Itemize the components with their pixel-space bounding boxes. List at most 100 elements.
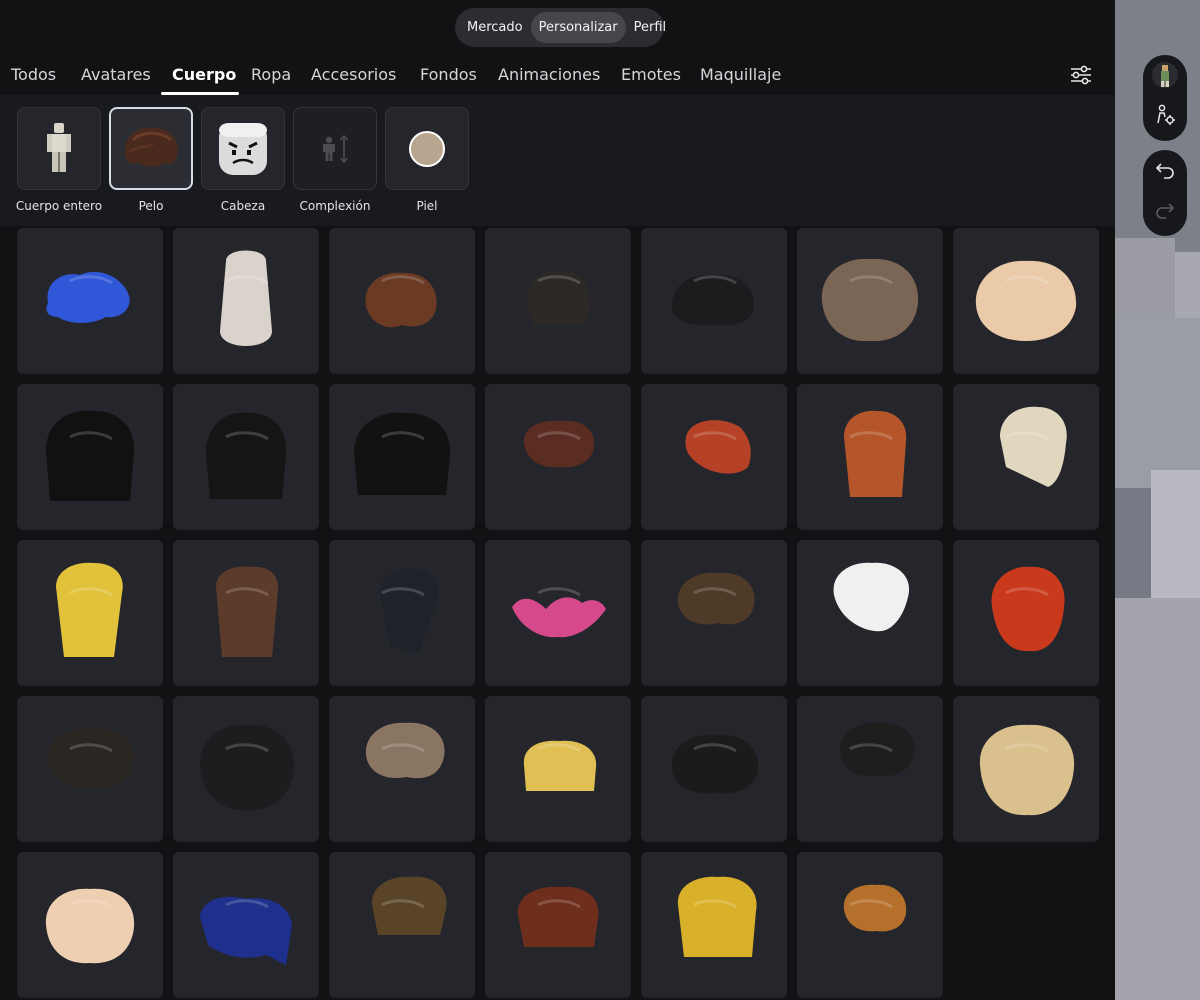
orange-messy-hair-icon xyxy=(843,884,907,932)
nav-personalizar[interactable]: Personalizar xyxy=(530,12,626,43)
hair-item-tile[interactable] xyxy=(17,540,163,686)
platinum-bob-hair-icon xyxy=(1000,406,1067,487)
black-curtain-hair-icon xyxy=(839,722,915,777)
subcat-cabeza[interactable]: Cabeza xyxy=(201,107,285,213)
avatar-thumbnail-button[interactable] xyxy=(1143,55,1187,95)
hair-item-tile[interactable] xyxy=(173,852,319,998)
subcat-label: Piel xyxy=(416,199,438,213)
hair-item-tile[interactable] xyxy=(17,852,163,998)
hair-item-tile[interactable] xyxy=(329,228,475,374)
avatar-settings-icon xyxy=(1157,104,1175,125)
avatar-3d-viewport[interactable] xyxy=(1115,0,1200,1000)
hair-item-tile[interactable] xyxy=(485,228,631,374)
hair-item-tile[interactable] xyxy=(641,540,787,686)
hair-item-tile[interactable] xyxy=(329,384,475,530)
subcat-complexion[interactable]: Complexión xyxy=(293,107,377,213)
hair-item-tile[interactable] xyxy=(797,696,943,842)
blonde-blue-head-icon xyxy=(979,724,1075,816)
tab-animaciones[interactable]: Animaciones xyxy=(498,65,600,84)
peach-fluffy-hair-icon xyxy=(45,888,135,964)
hair-item-tile[interactable] xyxy=(485,540,631,686)
hair-item-tile[interactable] xyxy=(17,228,163,374)
tab-fondos[interactable]: Fondos xyxy=(420,65,477,84)
scene-floor xyxy=(1115,598,1200,1000)
brown-messy-hair-icon xyxy=(365,272,437,328)
red-curly-hair-icon xyxy=(991,566,1065,652)
filter-button[interactable] xyxy=(1066,62,1096,88)
hair-item-tile[interactable] xyxy=(329,696,475,842)
hair-item-tile[interactable] xyxy=(797,540,943,686)
hair-item-tile[interactable] xyxy=(485,852,631,998)
tab-maquillaje[interactable]: Maquillaje xyxy=(700,65,781,84)
hair-item-tile[interactable] xyxy=(797,384,943,530)
auburn-spiky-hair-icon xyxy=(517,886,599,947)
ginger-long-hair-icon xyxy=(844,410,907,497)
hair-item-tile[interactable] xyxy=(173,540,319,686)
hair-item-tile[interactable] xyxy=(797,852,943,998)
hair-item-tile[interactable] xyxy=(953,540,1099,686)
hair-item-tile[interactable] xyxy=(329,852,475,998)
full-body-icon xyxy=(47,122,71,172)
brown-slick-hair-icon xyxy=(371,876,447,935)
sliders-icon xyxy=(1071,65,1091,85)
yellow-long-hair-icon xyxy=(56,562,123,657)
hair-item-tile[interactable] xyxy=(17,384,163,530)
dark-bob-hair-icon xyxy=(526,270,591,325)
tab-avatares[interactable]: Avatares xyxy=(81,65,151,84)
skin-color-icon xyxy=(409,130,445,167)
hair-item-tile[interactable] xyxy=(173,228,319,374)
hair-item-tile[interactable] xyxy=(953,228,1099,374)
scene-block xyxy=(1115,488,1151,598)
black-wavy-hair-icon xyxy=(671,734,759,794)
hair-item-tile[interactable] xyxy=(329,540,475,686)
tab-todos[interactable]: Todos xyxy=(11,65,56,84)
beanie-brown-hair-icon xyxy=(216,566,279,657)
tab-accesorios[interactable]: Accesorios xyxy=(311,65,396,84)
body-scale-icon xyxy=(323,134,349,163)
nav-perfil[interactable]: Perfil xyxy=(626,12,675,43)
hair-item-tile[interactable] xyxy=(641,696,787,842)
avatar-controls xyxy=(1143,55,1187,141)
redo-button[interactable] xyxy=(1143,190,1187,230)
avatar-editor-panel: Mercado Personalizar Perfil Todos Avatar… xyxy=(0,0,1115,1000)
tab-ropa[interactable]: Ropa xyxy=(251,65,291,84)
tab-cuerpo[interactable]: Cuerpo xyxy=(172,65,236,84)
scene-wall xyxy=(1115,318,1200,490)
subcat-pelo[interactable]: Pelo xyxy=(109,107,193,213)
hair-item-tile[interactable] xyxy=(797,228,943,374)
nav-mercado[interactable]: Mercado xyxy=(459,12,531,43)
hair-item-tile[interactable] xyxy=(641,852,787,998)
hair-item-tile[interactable] xyxy=(953,696,1099,842)
subcat-cuerpo-entero[interactable]: Cuerpo entero xyxy=(16,107,102,213)
undo-button[interactable] xyxy=(1143,150,1187,190)
black-side-ponytail-icon xyxy=(380,568,439,653)
scene-block xyxy=(1175,252,1200,322)
avatar-thumbnail-icon xyxy=(1152,62,1178,88)
subcat-piel[interactable]: Piel xyxy=(385,107,469,213)
hair-item-tile[interactable] xyxy=(641,228,787,374)
hair-item-tile[interactable] xyxy=(173,384,319,530)
blue-spiky-hair-icon xyxy=(46,271,130,323)
golden-bob-hair-icon xyxy=(523,740,597,791)
subcategory-strip: Cuerpo entero Pelo Cabeza Complexión Pie… xyxy=(0,95,1115,226)
black-chain-hair-icon xyxy=(199,724,295,811)
hair-item-tile[interactable] xyxy=(953,384,1099,530)
brown-fluffy-hair-icon xyxy=(821,258,919,342)
black-spiky-hair-icon xyxy=(672,274,755,326)
hair-item-tile[interactable] xyxy=(173,696,319,842)
hair-item-tile[interactable] xyxy=(485,384,631,530)
white-spiky-hair-icon xyxy=(833,562,910,632)
hair-item-tile[interactable] xyxy=(485,696,631,842)
scene-block xyxy=(1115,238,1175,318)
black-emo-hair-icon xyxy=(46,410,135,501)
hair-item-tile[interactable] xyxy=(641,384,787,530)
red-swept-hair-icon xyxy=(685,420,751,474)
black-shaggy-hair-icon xyxy=(354,412,451,495)
black-layered-hair-icon xyxy=(206,412,287,499)
top-nav-segmented-control: Mercado Personalizar Perfil xyxy=(455,8,666,47)
flower-pigtails-icon xyxy=(512,587,606,638)
blonde-ahoge-hair-icon xyxy=(975,260,1077,341)
hair-item-tile[interactable] xyxy=(17,696,163,842)
avatar-settings-button[interactable] xyxy=(1143,95,1187,135)
tab-emotes[interactable]: Emotes xyxy=(621,65,681,84)
